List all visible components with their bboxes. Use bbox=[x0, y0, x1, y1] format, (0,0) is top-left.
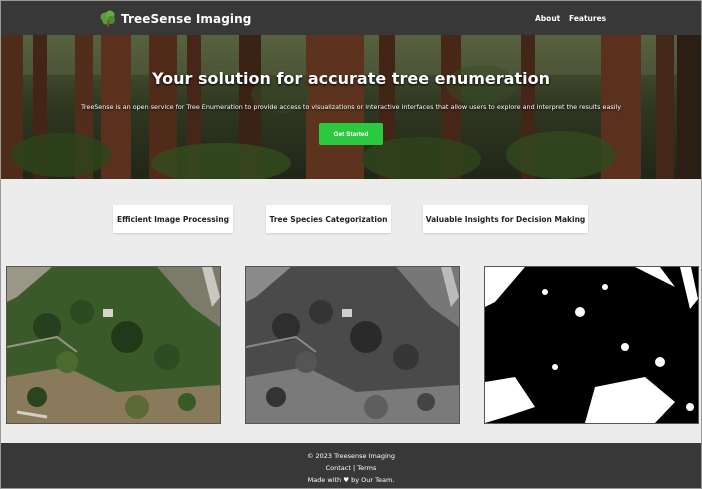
nav-features-link[interactable]: Features bbox=[569, 14, 606, 23]
aerial-image-grayscale bbox=[245, 266, 460, 424]
aerial-image-original bbox=[6, 266, 221, 424]
nav-about-link[interactable]: About bbox=[535, 14, 560, 23]
tree-icon bbox=[100, 10, 115, 27]
feature-card-species-categorization: Tree Species Categorization bbox=[266, 205, 391, 233]
get-started-button[interactable]: Get Started bbox=[319, 123, 383, 145]
feature-card-image-processing: Efficient Image Processing bbox=[113, 205, 233, 233]
footer: © 2023 Treesense Imaging Contact | Terms… bbox=[1, 443, 701, 488]
footer-terms-link[interactable]: Terms bbox=[357, 464, 376, 472]
footer-contact-link[interactable]: Contact bbox=[326, 464, 351, 472]
footer-copyright: © 2023 Treesense Imaging bbox=[306, 452, 396, 460]
hero-section: Your solution for accurate tree enumerat… bbox=[1, 35, 701, 179]
aerial-image-binary-mask bbox=[484, 266, 699, 424]
navbar: TreeSense Imaging About Features bbox=[1, 1, 701, 35]
footer-links: Contact | Terms bbox=[1, 464, 701, 472]
feature-card-insights: Valuable Insights for Decision Making bbox=[423, 205, 588, 233]
footer-separator: | bbox=[352, 464, 356, 472]
brand[interactable]: TreeSense Imaging bbox=[99, 10, 251, 28]
footer-made-with: Made with ♥ by Our Team. bbox=[307, 476, 395, 484]
brand-name: TreeSense Imaging bbox=[121, 12, 252, 26]
hero-subtitle: TreeSense is an open service for Tree En… bbox=[80, 103, 622, 111]
hero-title: Your solution for accurate tree enumerat… bbox=[152, 69, 550, 88]
